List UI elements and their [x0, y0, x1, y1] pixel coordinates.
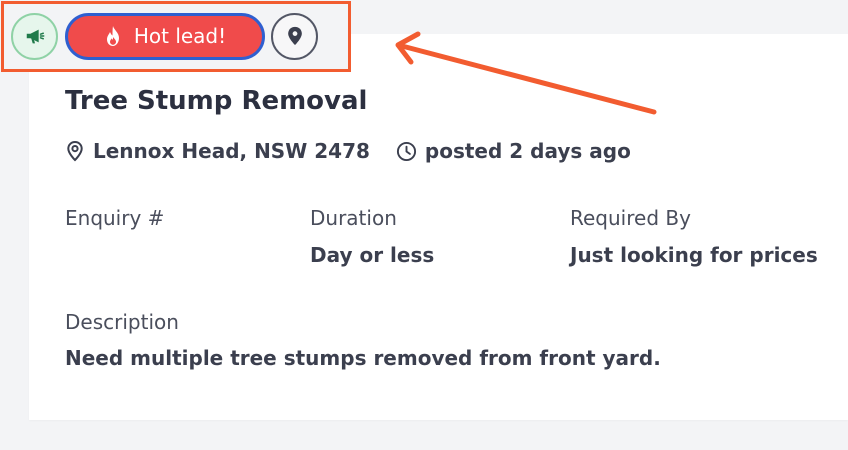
- job-posted-text: posted 2 days ago: [424, 139, 631, 163]
- job-posted: posted 2 days ago: [396, 139, 631, 163]
- required-by-label: Required By: [570, 206, 691, 230]
- job-meta-row: Lennox Head, NSW 2478 posted 2 days ago: [65, 139, 631, 163]
- description-value: Need multiple tree stumps removed from f…: [65, 346, 661, 370]
- job-title: Tree Stump Removal: [65, 86, 368, 116]
- location-outline-icon: [67, 140, 83, 162]
- job-location-text: Lennox Head, NSW 2478: [93, 139, 370, 163]
- job-location: Lennox Head, NSW 2478: [65, 139, 370, 163]
- duration-value: Day or less: [310, 243, 435, 267]
- enquiry-label: Enquiry #: [65, 206, 165, 230]
- required-by-value: Just looking for prices: [570, 243, 818, 267]
- clock-icon: [396, 141, 416, 161]
- description-label: Description: [65, 310, 179, 334]
- duration-label: Duration: [310, 206, 397, 230]
- page: Hot lead! Tree Stump Removal Lennox Head…: [0, 0, 848, 450]
